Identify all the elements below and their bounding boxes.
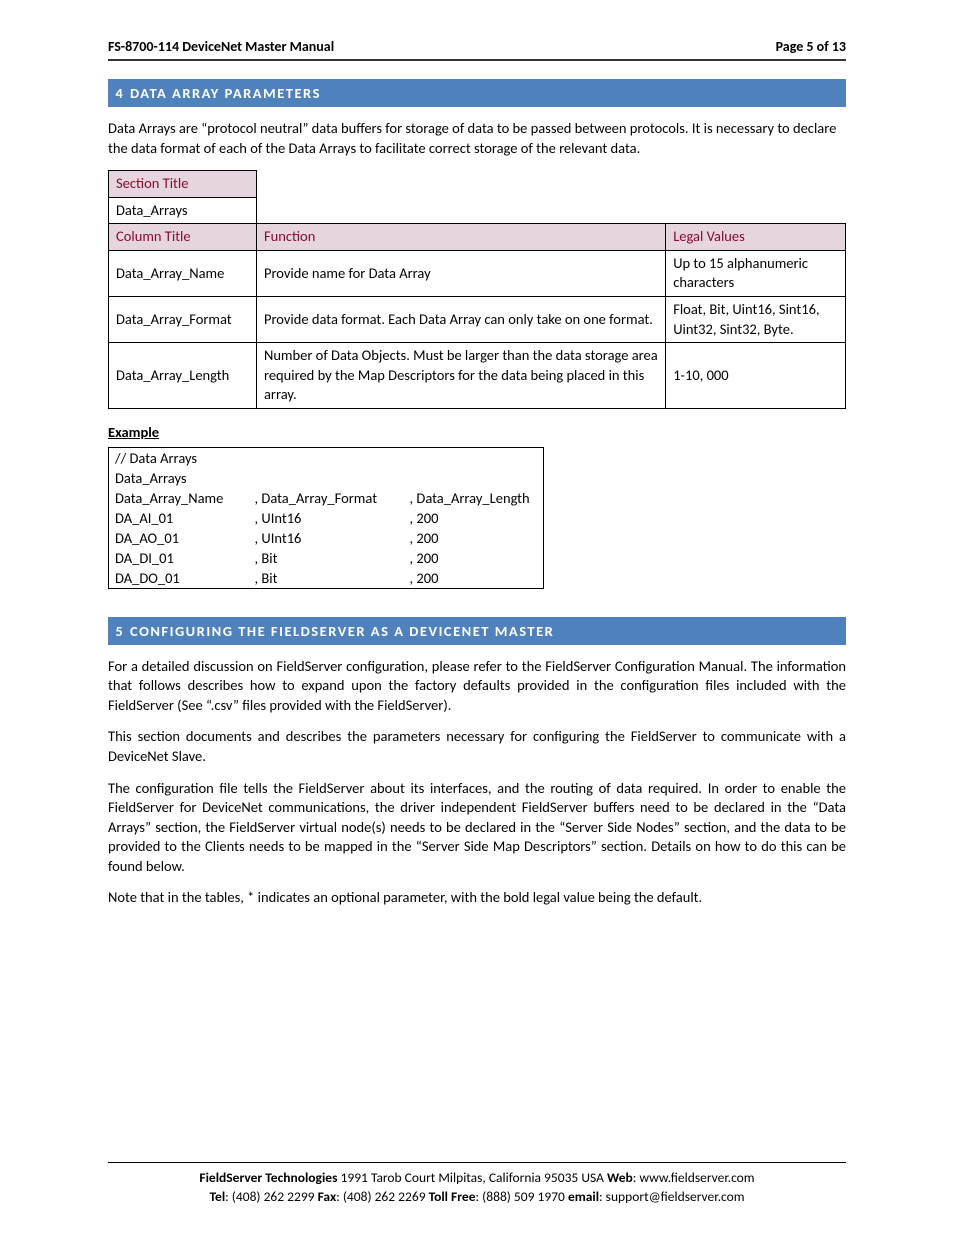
section-5-heading: 5 CONFIGURING THE FIELDSERVER AS A DEVIC…: [108, 617, 846, 645]
section-4-heading: 4 DATA ARRAY PARAMETERS: [108, 79, 846, 107]
param-name: Data_Array_Name: [109, 250, 257, 296]
section-5-p2: This section documents and describes the…: [108, 727, 846, 766]
section-4-title: DATA ARRAY PARAMETERS: [130, 84, 321, 102]
param-legal: Up to 15 alphanumeric characters: [666, 250, 846, 296]
ex-cell: , UInt16: [249, 528, 404, 548]
param-name: Data_Array_Format: [109, 296, 257, 342]
ex-comment: // Data Arrays: [109, 447, 249, 468]
footer-tel: : (408) 262 2299: [225, 1188, 317, 1205]
ex-cell: DA_DI_01: [109, 548, 249, 568]
param-row: Data_Array_Name Provide name for Data Ar…: [109, 250, 846, 296]
ex-cell: , 200: [404, 508, 544, 528]
hdr-data-arrays: Data_Arrays: [109, 197, 257, 224]
section-5-number: 5: [108, 622, 130, 640]
section-5-p1: For a detailed discussion on FieldServer…: [108, 657, 846, 716]
example-table: // Data Arrays Data_Arrays Data_Array_Na…: [108, 447, 544, 589]
ex-cell: , UInt16: [249, 508, 404, 528]
footer-tel-label: Tel: [210, 1188, 226, 1205]
ex-cell: DA_DO_01: [109, 568, 249, 589]
ex-h2: , Data_Array_Format: [249, 488, 404, 508]
footer-tollfree-label: Toll Free: [429, 1188, 476, 1205]
param-func: Number of Data Objects. Must be larger t…: [256, 343, 665, 409]
footer-web-label: Web: [607, 1169, 633, 1186]
footer-company: FieldServer Technologies: [199, 1169, 337, 1186]
param-row: Data_Array_Format Provide data format. E…: [109, 296, 846, 342]
param-name: Data_Array_Length: [109, 343, 257, 409]
page-footer: FieldServer Technologies 1991 Tarob Cour…: [108, 1162, 846, 1207]
footer-web: : www.fieldserver.com: [633, 1169, 755, 1186]
ex-cell: , 200: [404, 548, 544, 568]
footer-email-label: email: [568, 1188, 599, 1205]
data-array-parameters-table: Section Title Data_Arrays Column Title F…: [108, 170, 846, 409]
ex-cell: , 200: [404, 568, 544, 589]
ex-cell: DA_AO_01: [109, 528, 249, 548]
footer-fax-label: Fax: [318, 1188, 337, 1205]
ex-h3: , Data_Array_Length: [404, 488, 544, 508]
page-header: FS-8700-114 DeviceNet Master Manual Page…: [108, 38, 846, 61]
footer-email: : support@fieldserver.com: [599, 1188, 744, 1205]
hdr-function: Function: [256, 224, 665, 251]
hdr-column-title: Column Title: [109, 224, 257, 251]
footer-fax: : (408) 262 2269: [336, 1188, 428, 1205]
ex-cell: DA_AI_01: [109, 508, 249, 528]
section-4-number: 4: [108, 84, 130, 102]
ex-cell: , Bit: [249, 568, 404, 589]
footer-tollfree: : (888) 509 1970: [476, 1188, 568, 1205]
section-5-p4: Note that in the tables, * indicates an …: [108, 888, 846, 908]
section-5-title: CONFIGURING THE FIELDSERVER AS A DEVICEN…: [130, 622, 554, 640]
page-number: Page 5 of 13: [776, 38, 846, 55]
hdr-legal-values: Legal Values: [666, 224, 846, 251]
param-legal: 1-10, 000: [666, 343, 846, 409]
param-func: Provide name for Data Array: [256, 250, 665, 296]
ex-cell: , 200: [404, 528, 544, 548]
footer-addr: 1991 Tarob Court Milpitas, California 95…: [337, 1169, 607, 1186]
ex-section: Data_Arrays: [109, 468, 249, 488]
param-func: Provide data format. Each Data Array can…: [256, 296, 665, 342]
doc-title: FS-8700-114 DeviceNet Master Manual: [108, 38, 334, 55]
ex-h1: Data_Array_Name: [109, 488, 249, 508]
section-5-p3: The configuration file tells the FieldSe…: [108, 779, 846, 877]
ex-cell: , Bit: [249, 548, 404, 568]
param-legal: Float, Bit, Uint16, Sint16, Uint32, Sint…: [666, 296, 846, 342]
document-page: FS-8700-114 DeviceNet Master Manual Page…: [0, 0, 954, 1235]
param-row: Data_Array_Length Number of Data Objects…: [109, 343, 846, 409]
hdr-section-title: Section Title: [109, 171, 257, 198]
example-label: Example: [108, 423, 846, 441]
section-4-intro: Data Arrays are “protocol neutral” data …: [108, 119, 846, 158]
